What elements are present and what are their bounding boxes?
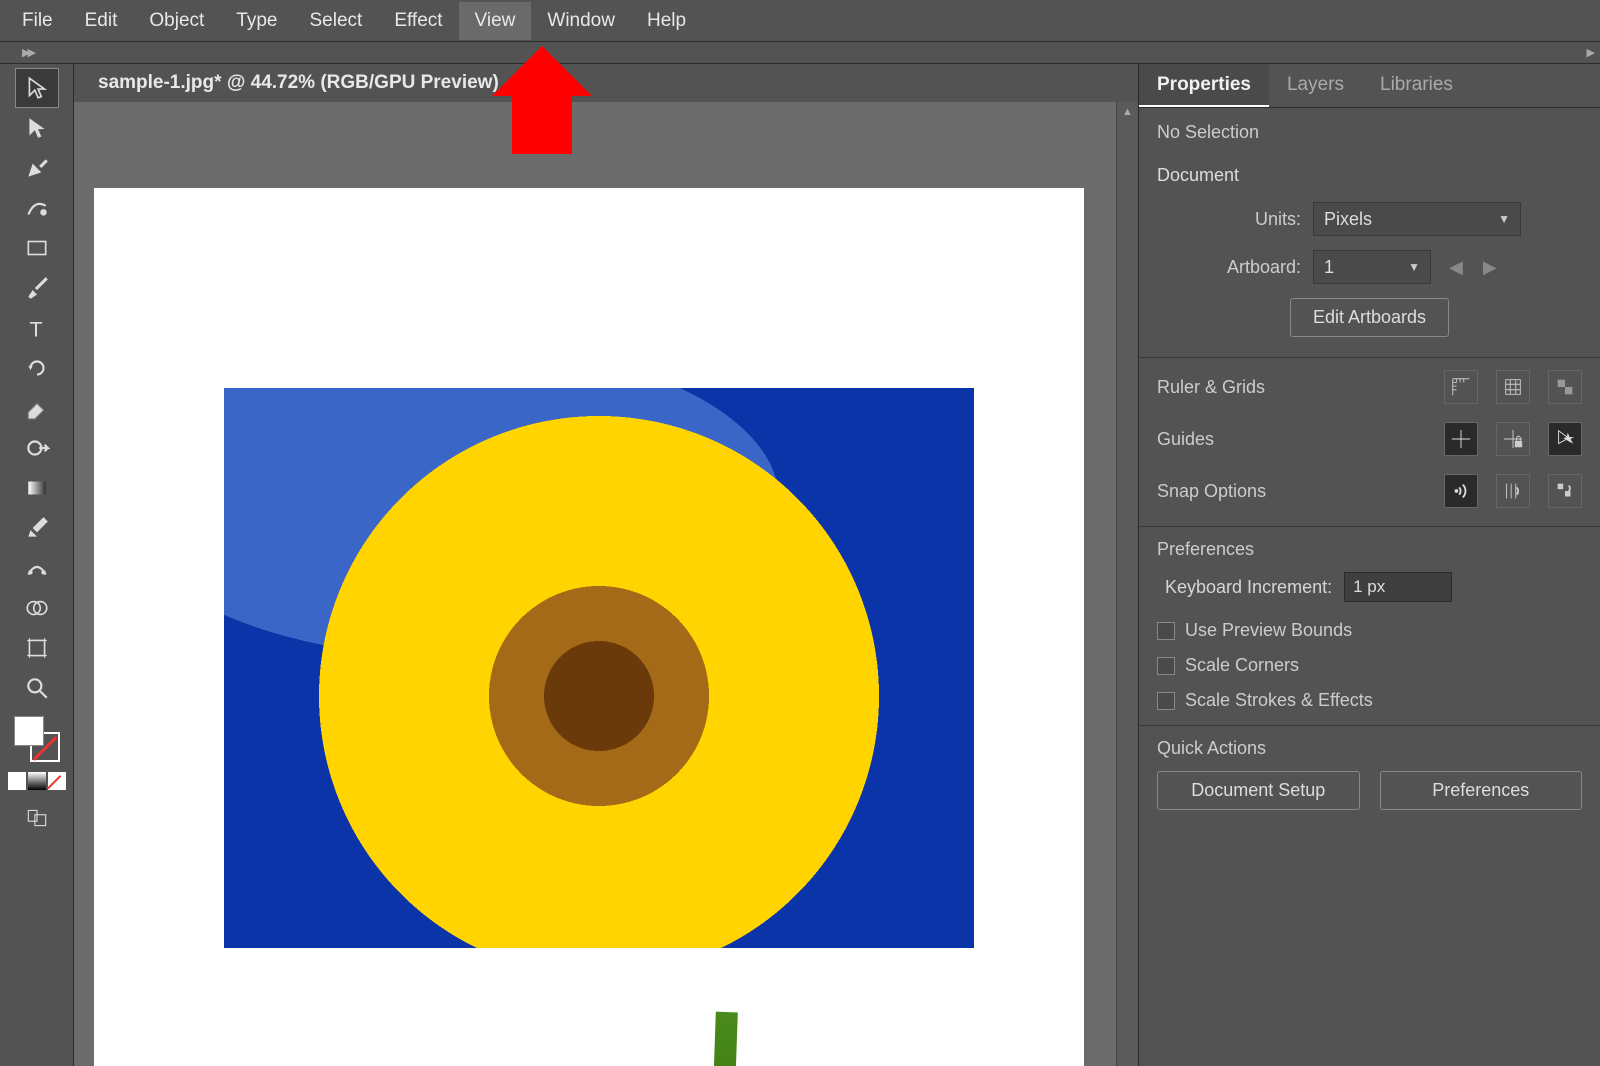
tool-rotate[interactable]: [15, 348, 59, 388]
menu-select[interactable]: Select: [294, 2, 379, 40]
menu-window[interactable]: Window: [531, 2, 631, 40]
panel-tabs: Properties Layers Libraries: [1139, 64, 1600, 108]
tool-zoom[interactable]: [15, 668, 59, 708]
guides-label: Guides: [1157, 429, 1214, 450]
preferences-section-label: Preferences: [1157, 539, 1582, 560]
fill-stroke-swatch[interactable]: [14, 716, 60, 762]
tool-paintbrush[interactable]: [15, 268, 59, 308]
menu-help[interactable]: Help: [631, 2, 702, 40]
options-bar: ▶▶ ▶: [0, 42, 1600, 64]
document-section-label: Document: [1157, 165, 1582, 186]
ruler-grids-label: Ruler & Grids: [1157, 377, 1265, 398]
menubar: File Edit Object Type Select Effect View…: [0, 0, 1600, 42]
artboard-prev-icon[interactable]: ◀: [1449, 257, 1463, 278]
snap-point-icon[interactable]: [1444, 474, 1478, 508]
tab-libraries[interactable]: Libraries: [1362, 64, 1471, 107]
tool-rectangle[interactable]: [15, 228, 59, 268]
scale-corners-checkbox[interactable]: [1157, 657, 1175, 675]
tool-blend[interactable]: [15, 548, 59, 588]
tool-artboard[interactable]: [15, 628, 59, 668]
tab-properties[interactable]: Properties: [1139, 64, 1269, 107]
tool-eyedropper[interactable]: [15, 508, 59, 548]
units-dropdown[interactable]: Pixels ▼: [1313, 202, 1521, 236]
chevron-right-icon[interactable]: ▶▶: [22, 46, 33, 59]
document-setup-button[interactable]: Document Setup: [1157, 771, 1360, 810]
chevron-down-icon: ▼: [1498, 212, 1510, 226]
artboard[interactable]: [94, 188, 1084, 1066]
gradient-mode-icon[interactable]: [28, 772, 46, 790]
draw-mode-icons[interactable]: [8, 772, 66, 790]
chevron-down-icon: ▼: [1408, 260, 1420, 274]
menu-object[interactable]: Object: [133, 2, 220, 40]
guides-lock-icon[interactable]: [1496, 422, 1530, 456]
fill-swatch[interactable]: [14, 716, 44, 746]
snap-pixel-icon[interactable]: [1548, 474, 1582, 508]
keyboard-increment-input[interactable]: [1344, 572, 1452, 602]
keyboard-increment-label: Keyboard Increment:: [1165, 577, 1332, 598]
transparency-grid-icon[interactable]: [1548, 370, 1582, 404]
tool-direct-selection[interactable]: [15, 108, 59, 148]
menu-view[interactable]: View: [459, 2, 532, 40]
tool-type[interactable]: T: [15, 308, 59, 348]
vertical-scrollbar[interactable]: ▲: [1116, 102, 1138, 1066]
properties-panel: Properties Layers Libraries No Selection…: [1138, 64, 1600, 1066]
tool-pen[interactable]: [15, 148, 59, 188]
artboard-next-icon[interactable]: ▶: [1483, 257, 1497, 278]
toolbox: T: [0, 64, 74, 1066]
tab-layers[interactable]: Layers: [1269, 64, 1362, 107]
tool-curvature[interactable]: [15, 188, 59, 228]
scale-corners-label: Scale Corners: [1185, 655, 1299, 676]
menu-edit[interactable]: Edit: [69, 2, 134, 40]
chevron-right-icon[interactable]: ▶: [1587, 46, 1592, 59]
placed-image[interactable]: [224, 388, 974, 948]
units-value: Pixels: [1324, 209, 1372, 230]
menu-file[interactable]: File: [6, 2, 69, 40]
use-preview-bounds-label: Use Preview Bounds: [1185, 620, 1352, 641]
scale-strokes-checkbox[interactable]: [1157, 692, 1175, 710]
preferences-button[interactable]: Preferences: [1380, 771, 1583, 810]
selection-status: No Selection: [1157, 122, 1582, 143]
menu-effect[interactable]: Effect: [378, 2, 458, 40]
tool-selection[interactable]: [15, 68, 59, 108]
scale-strokes-label: Scale Strokes & Effects: [1185, 690, 1373, 711]
smart-guides-icon[interactable]: [1548, 422, 1582, 456]
canvas-area: sample-1.jpg* @ 44.72% (RGB/GPU Preview)…: [74, 64, 1138, 1066]
artboard-label: Artboard:: [1197, 257, 1301, 278]
tool-scale[interactable]: [15, 428, 59, 468]
use-preview-bounds-checkbox[interactable]: [1157, 622, 1175, 640]
artboard-dropdown[interactable]: 1 ▼: [1313, 250, 1431, 284]
none-mode-icon[interactable]: [48, 772, 66, 790]
color-mode-icon[interactable]: [8, 772, 26, 790]
units-label: Units:: [1197, 209, 1301, 230]
scroll-up-icon[interactable]: ▲: [1117, 102, 1138, 122]
image-content: [708, 1012, 738, 1066]
snap-grid-icon[interactable]: [1496, 474, 1530, 508]
edit-artboards-button[interactable]: Edit Artboards: [1290, 298, 1449, 337]
snap-options-label: Snap Options: [1157, 481, 1266, 502]
svg-text:T: T: [29, 317, 42, 341]
tool-eraser[interactable]: [15, 388, 59, 428]
artboard-value: 1: [1324, 257, 1334, 278]
tool-gradient[interactable]: [15, 468, 59, 508]
menu-type[interactable]: Type: [220, 2, 293, 40]
guides-toggle-icon[interactable]: [1444, 422, 1478, 456]
document-tab[interactable]: sample-1.jpg* @ 44.72% (RGB/GPU Preview): [98, 72, 499, 94]
ruler-icon[interactable]: [1444, 370, 1478, 404]
grid-icon[interactable]: [1496, 370, 1530, 404]
document-tab-row: sample-1.jpg* @ 44.72% (RGB/GPU Preview): [74, 64, 1138, 102]
quick-actions-label: Quick Actions: [1157, 738, 1582, 759]
tool-shape-builder[interactable]: [15, 588, 59, 628]
tool-screen-mode[interactable]: [15, 798, 59, 838]
canvas-viewport[interactable]: ▲: [74, 102, 1138, 1066]
